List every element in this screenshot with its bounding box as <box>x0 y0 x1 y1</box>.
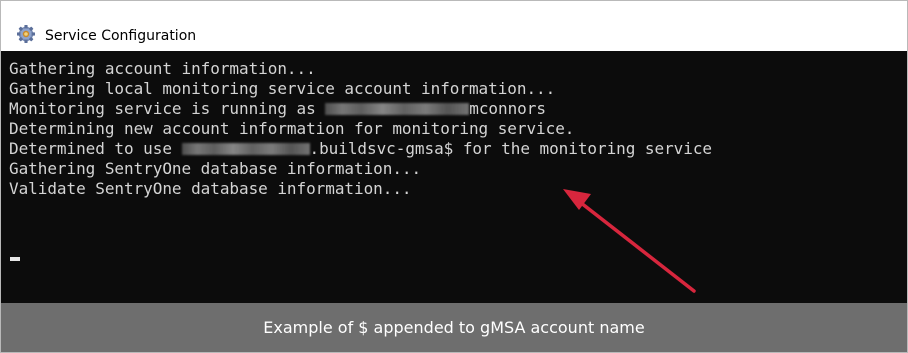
console-line: Gathering account information... <box>9 59 712 79</box>
gear-icon <box>17 25 35 43</box>
console-line-text: Determining new account information for … <box>9 119 575 138</box>
redacted-domain <box>325 102 470 115</box>
console-lines: Gathering account information... Gatheri… <box>9 59 712 199</box>
console-line: Determining new account information for … <box>9 119 712 139</box>
console-line-text: mconnors <box>469 99 546 118</box>
console-line-text: .buildsvc-gmsa$ for the monitoring servi… <box>309 139 713 158</box>
console-line-text: Validate SentryOne database information.… <box>9 179 412 198</box>
console-line: Gathering local monitoring service accou… <box>9 79 712 99</box>
console-output[interactable]: Gathering account information... Gatheri… <box>1 51 907 303</box>
console-line-text: Monitoring service is running as <box>9 99 326 118</box>
caption-text: Example of $ appended to gMSA account na… <box>263 318 645 337</box>
redacted-domain <box>181 142 310 155</box>
console-line-text: Determined to use <box>9 139 182 158</box>
caption-bar: Example of $ appended to gMSA account na… <box>1 303 907 352</box>
console-line: Monitoring service is running as mconnor… <box>9 99 712 119</box>
title-bar[interactable]: Service Configuration <box>1 1 907 49</box>
console-line: Validate SentryOne database information.… <box>9 179 712 199</box>
console-cursor <box>10 257 20 261</box>
console-line-text: Gathering SentryOne database information… <box>9 159 422 178</box>
console-line: Determined to use .buildsvc-gmsa$ for th… <box>9 139 712 159</box>
console-line-text: Gathering account information... <box>9 59 316 78</box>
console-line: Gathering SentryOne database information… <box>9 159 712 179</box>
console-line-text: Gathering local monitoring service accou… <box>9 79 556 98</box>
service-configuration-window: Service Configuration Gathering account … <box>0 0 908 353</box>
window-title: Service Configuration <box>45 28 197 44</box>
